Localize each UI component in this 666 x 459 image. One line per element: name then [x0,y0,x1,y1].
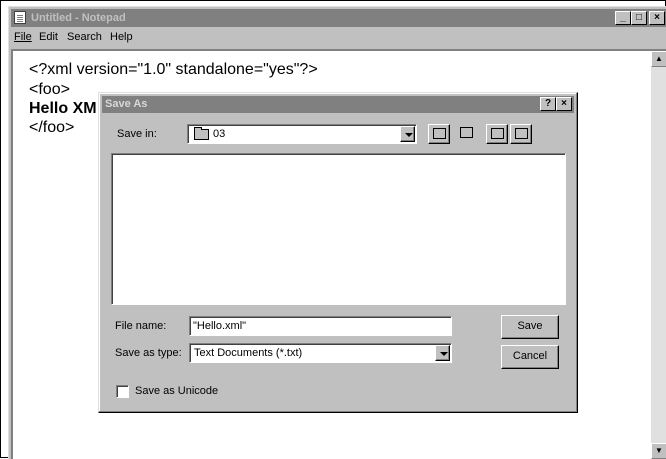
file-list[interactable] [111,153,566,305]
up-one-level-icon[interactable] [428,124,450,144]
menu-help[interactable]: Help [110,28,133,47]
save-as-type-dropdown[interactable]: Text Documents (*.txt) [189,343,452,363]
menu-search[interactable]: Search [67,28,102,47]
folder-icon [194,126,209,140]
vertical-scrollbar[interactable]: ▲ ▼ [651,51,666,459]
dialog-title-bar[interactable]: Save As ? × [102,96,574,113]
save-in-value: 03 [213,128,226,140]
save-as-type-dropdown-arrow[interactable] [435,345,450,361]
help-button[interactable]: ? [540,97,556,111]
editor-line: <?xml version="1.0" standalone="yes"?> [29,61,318,78]
scroll-up-arrow-icon[interactable]: ▲ [651,51,666,67]
cancel-button[interactable]: Cancel [501,345,559,369]
title-bar[interactable]: Untitled - Notepad _ □ × [11,9,666,27]
maximize-button[interactable]: □ [631,11,647,25]
menu-file-label: File [14,31,32,43]
dialog-close-button[interactable]: × [556,97,572,111]
minimize-button[interactable]: _ [615,11,631,25]
editor-line: </foo> [29,119,75,136]
close-button[interactable]: × [649,11,665,25]
create-new-folder-icon[interactable] [456,124,478,144]
list-view-icon[interactable] [486,124,508,144]
file-name-input[interactable]: "Hello.xml" [189,316,452,336]
save-in-label: Save in: [117,128,157,140]
save-in-dropdown-arrow[interactable] [400,126,415,142]
screen-frame: Untitled - Notepad _ □ × File Edit Searc… [0,0,666,459]
editor-line: <foo> [29,81,70,98]
file-name-label: File name: [115,320,167,332]
save-as-unicode-label: Save as Unicode [135,385,219,397]
menu-edit[interactable]: Edit [39,28,58,47]
menu-bar: File Edit Search Help [11,28,666,47]
save-as-type-value: Text Documents (*.txt) [194,347,303,359]
save-as-unicode-checkbox[interactable] [116,385,129,398]
save-as-dialog: Save As ? × Save in: 03 File name: "Hell… [98,92,578,413]
save-in-dropdown[interactable]: 03 [187,124,417,144]
dialog-title: Save As [105,98,148,110]
details-view-icon[interactable] [510,124,532,144]
menu-file[interactable]: File [14,28,32,47]
scroll-down-arrow-icon[interactable]: ▼ [651,443,666,459]
notepad-icon [14,11,26,24]
save-button[interactable]: Save [501,315,559,339]
window-title: Untitled - Notepad [31,12,126,24]
save-as-type-label: Save as type: [115,347,182,359]
editor-line: Hello XM [29,100,97,117]
